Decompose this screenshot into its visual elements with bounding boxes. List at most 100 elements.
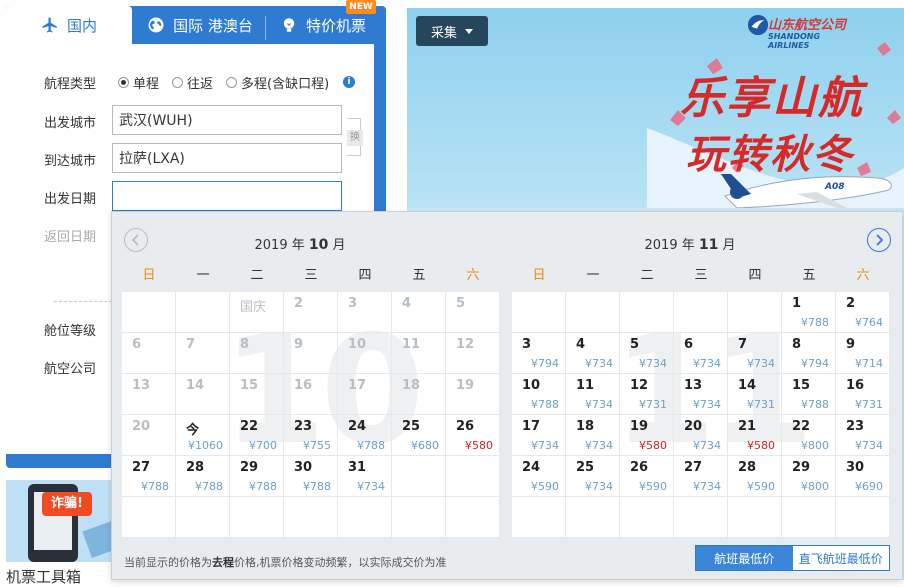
price-note-post: 价格,机票价格变动频繁，以实际成交价为准 bbox=[234, 556, 447, 569]
calendar-day-cell[interactable]: 24 ¥788 bbox=[338, 415, 392, 456]
calendar-day-cell[interactable]: 16 ¥731 bbox=[836, 374, 890, 415]
calendar-day-cell[interactable]: 30 ¥690 bbox=[836, 456, 890, 497]
calendar-day-cell: 19 bbox=[446, 374, 500, 415]
radio-round-trip[interactable]: 往返 bbox=[172, 73, 213, 92]
prev-month-button[interactable] bbox=[124, 228, 148, 252]
day-price: ¥794 bbox=[801, 357, 829, 370]
to-city-label: 到达城市 bbox=[44, 154, 97, 169]
calendar-day-cell[interactable]: 23 ¥755 bbox=[284, 415, 338, 456]
calendar-day-cell[interactable]: 6 ¥734 bbox=[674, 333, 728, 374]
calendar-day-cell[interactable]: 14 ¥731 bbox=[728, 374, 782, 415]
calendar-day-cell[interactable]: 29 ¥800 bbox=[782, 456, 836, 497]
chevron-left-icon bbox=[131, 234, 139, 246]
tab-international[interactable]: 国际 港澳台 bbox=[136, 6, 264, 44]
calendar-day-cell[interactable]: 9 ¥714 bbox=[836, 333, 890, 374]
calendar-empty-cell bbox=[512, 292, 566, 333]
calendar-day-cell[interactable]: 17 ¥734 bbox=[512, 415, 566, 456]
calendar-day-cell[interactable]: 28 ¥590 bbox=[728, 456, 782, 497]
price-note: 当前显示的价格为去程价格,机票价格变动频繁，以实际成交价为准 bbox=[124, 554, 447, 570]
weekday-sat: 六 bbox=[856, 268, 870, 283]
calendar-empty-cell bbox=[176, 292, 230, 333]
calendar-day-cell[interactable]: 22 ¥800 bbox=[782, 415, 836, 456]
swap-cities-button[interactable]: 换 bbox=[347, 130, 363, 146]
calendar-empty-cell bbox=[446, 456, 500, 497]
calendar-day-cell[interactable]: 23 ¥734 bbox=[836, 415, 890, 456]
calendar-day-cell: 3 bbox=[338, 292, 392, 333]
cabin-class-label: 舱位等级 bbox=[44, 324, 97, 339]
day-price: ¥590 bbox=[747, 480, 775, 493]
toolbox-title[interactable]: 机票工具箱 bbox=[6, 566, 81, 587]
day-number: 20 bbox=[684, 419, 703, 434]
radio-dot bbox=[226, 77, 237, 88]
calendar-day-cell[interactable]: 25 ¥734 bbox=[566, 456, 620, 497]
calendar-day-cell[interactable]: 20 ¥734 bbox=[674, 415, 728, 456]
calendar-day-cell[interactable]: 21 ¥580 bbox=[728, 415, 782, 456]
chevron-right-icon bbox=[876, 234, 884, 246]
year-text: 2019 年 bbox=[644, 238, 699, 253]
depart-date-input[interactable] bbox=[112, 181, 342, 211]
calendar-day-cell[interactable]: 31 ¥734 bbox=[338, 456, 392, 497]
day-price: ¥734 bbox=[585, 398, 613, 411]
tab-domestic[interactable]: 国内 bbox=[6, 6, 132, 44]
calendar-day-cell[interactable]: 27 ¥788 bbox=[122, 456, 176, 497]
calendar-day-cell[interactable]: 19 ¥580 bbox=[620, 415, 674, 456]
calendar-day-cell: 10 bbox=[338, 333, 392, 374]
calendar-day-cell[interactable]: 10 ¥788 bbox=[512, 374, 566, 415]
toggle-direct-lowest-price[interactable]: 直飞航班最低价 bbox=[793, 546, 890, 570]
calendar-day-cell: 17 bbox=[338, 374, 392, 415]
calendar-day-cell[interactable]: 24 ¥590 bbox=[512, 456, 566, 497]
weekday-mon: 一 bbox=[196, 268, 210, 283]
calendar-day-cell[interactable]: 22 ¥700 bbox=[230, 415, 284, 456]
calendar-day-cell[interactable]: 28 ¥788 bbox=[176, 456, 230, 497]
day-number: 11 bbox=[576, 378, 595, 393]
calendar-day-cell[interactable]: 25 ¥680 bbox=[392, 415, 446, 456]
calendar-day-cell[interactable]: 3 ¥794 bbox=[512, 333, 566, 374]
calendar-day-cell[interactable]: 4 ¥734 bbox=[566, 333, 620, 374]
radio-dot bbox=[172, 77, 183, 88]
calendar-day-cell[interactable]: 2 ¥764 bbox=[836, 292, 890, 333]
day-price: ¥714 bbox=[855, 357, 883, 370]
trip-type-label: 航程类型 bbox=[44, 77, 97, 92]
calendar-day-cell[interactable]: 27 ¥734 bbox=[674, 456, 728, 497]
to-city-input[interactable] bbox=[112, 143, 342, 173]
weekday-fri: 五 bbox=[802, 268, 816, 283]
day-number: 27 bbox=[684, 460, 703, 475]
calendar-day-cell[interactable]: 今 ¥1060 bbox=[176, 415, 230, 456]
calendar-day-cell[interactable]: 1 ¥788 bbox=[782, 292, 836, 333]
calendar-empty-cell bbox=[392, 456, 446, 497]
toggle-lowest-price[interactable]: 航班最低价 bbox=[696, 546, 793, 570]
radio-multi-city[interactable]: 多程(含缺口程) bbox=[226, 73, 329, 92]
calendar-day-cell[interactable]: 26 ¥580 bbox=[446, 415, 500, 456]
calendar-day-cell[interactable]: 29 ¥788 bbox=[230, 456, 284, 497]
calendar-day-cell[interactable]: 8 ¥794 bbox=[782, 333, 836, 374]
day-price: ¥734 bbox=[585, 480, 613, 493]
day-number: 10 bbox=[522, 378, 541, 393]
calendar-empty-cell bbox=[512, 497, 566, 538]
day-number: 7 bbox=[186, 337, 196, 352]
day-number: 18 bbox=[576, 419, 595, 434]
next-month-button[interactable] bbox=[867, 228, 891, 252]
day-number: 26 bbox=[630, 460, 649, 475]
info-icon[interactable]: i bbox=[343, 76, 355, 88]
day-number: 17 bbox=[348, 378, 367, 393]
calendar-day-cell[interactable]: 26 ¥590 bbox=[620, 456, 674, 497]
calendar-day-cell[interactable]: 30 ¥788 bbox=[284, 456, 338, 497]
month-title-nov: 2019 年 11 月 bbox=[590, 234, 790, 253]
calendar-day-cell[interactable]: 11 ¥734 bbox=[566, 374, 620, 415]
plane-livery-text: A08 bbox=[825, 182, 845, 192]
day-number: 19 bbox=[456, 378, 475, 393]
price-note-bold: 去程 bbox=[212, 556, 234, 569]
calendar-day-cell[interactable]: 18 ¥734 bbox=[566, 415, 620, 456]
calendar-day-cell[interactable]: 12 ¥731 bbox=[620, 374, 674, 415]
day-price: ¥690 bbox=[855, 480, 883, 493]
calendar-day-cell[interactable]: 15 ¥788 bbox=[782, 374, 836, 415]
collect-dropdown-button[interactable]: 采集 bbox=[416, 16, 488, 46]
radio-one-way[interactable]: 单程 bbox=[118, 73, 159, 92]
calendar-day-cell[interactable]: 5 ¥734 bbox=[620, 333, 674, 374]
tool-promo-card[interactable]: 诈骗! bbox=[6, 480, 126, 562]
month-suffix: 月 bbox=[328, 238, 346, 253]
calendar-day-cell[interactable]: 13 ¥734 bbox=[674, 374, 728, 415]
calendar-day-cell[interactable]: 7 ¥734 bbox=[728, 333, 782, 374]
from-city-input[interactable] bbox=[112, 105, 342, 135]
calendar-day-cell: 12 bbox=[446, 333, 500, 374]
